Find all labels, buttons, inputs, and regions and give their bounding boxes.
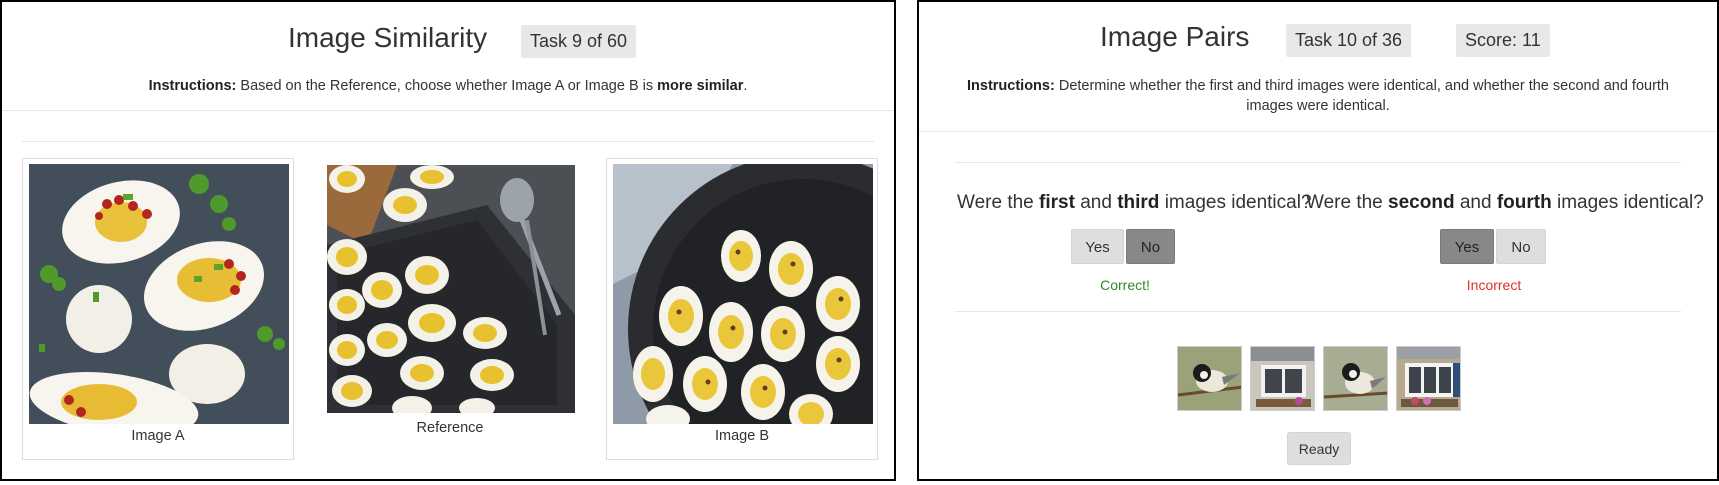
reference-card: Reference [320,158,580,454]
page-title: Image Similarity [288,22,488,53]
instructions-label: Instructions: [148,78,237,94]
deviled-eggs-image-a [29,164,289,424]
image-similarity-panel: Image Similarity Task 9 of 60 Instructio… [0,0,896,481]
divider [2,110,894,111]
image-a-caption: Image A [131,428,185,444]
image-a-card[interactable]: Image A [22,158,294,460]
divider [955,311,1681,312]
image-a[interactable] [29,164,289,424]
instructions: Instructions: Based on the Reference, ch… [2,76,894,96]
divider [919,131,1717,132]
image-b[interactable] [613,164,873,424]
q2-no-button[interactable]: No [1496,229,1546,264]
instructions-text: Determine whether the first and third im… [1054,78,1669,114]
image-b-caption: Image B [715,428,769,444]
window-image [1251,347,1314,410]
chickadee-image [1178,347,1241,410]
instructions-text: Based on the Reference, choose whether I… [236,78,658,94]
instructions: Instructions: Determine whether the firs… [959,76,1677,116]
q2-yes-button[interactable]: Yes [1440,229,1494,264]
question-first-third: Were the first and third images identica… [957,192,1312,213]
divider [22,141,874,142]
task-counter-badge: Task 10 of 36 [1286,24,1412,57]
instructions-end: . [743,78,748,94]
instructions-label: Instructions: [967,78,1055,94]
deviled-eggs-reference [327,165,575,413]
question-second-fourth: Were the second and fourth images identi… [1306,192,1704,213]
page-title: Image Pairs [1100,21,1250,52]
image-b-card[interactable]: Image B [606,158,878,460]
chickadee-image [1324,347,1387,410]
score-badge: Score: 11 [1456,24,1550,57]
divider [955,162,1681,163]
pair-image-2 [1250,346,1315,411]
pair-image-4 [1396,346,1461,411]
pair-image-1 [1177,346,1242,411]
q1-feedback: Correct! [1100,277,1150,293]
pairs-header: Image Pairs Task 10 of 36 Score: 11 [919,18,1717,62]
image-pairs-panel: Image Pairs Task 10 of 36 Score: 11 Inst… [917,0,1719,481]
ready-button[interactable]: Ready [1287,432,1351,465]
reference-caption: Reference [416,420,484,436]
similarity-header: Image Similarity Task 9 of 60 [2,18,894,62]
q2-feedback: Incorrect [1466,277,1522,293]
deviled-eggs-image-b [613,164,873,424]
task-counter-badge: Task 9 of 60 [521,25,637,58]
q1-no-button[interactable]: No [1126,229,1175,264]
reference-image [327,165,575,413]
q1-yes-button[interactable]: Yes [1071,229,1124,264]
pair-image-3 [1323,346,1388,411]
instructions-emphasis: more similar [657,78,744,94]
window-image [1397,347,1460,410]
